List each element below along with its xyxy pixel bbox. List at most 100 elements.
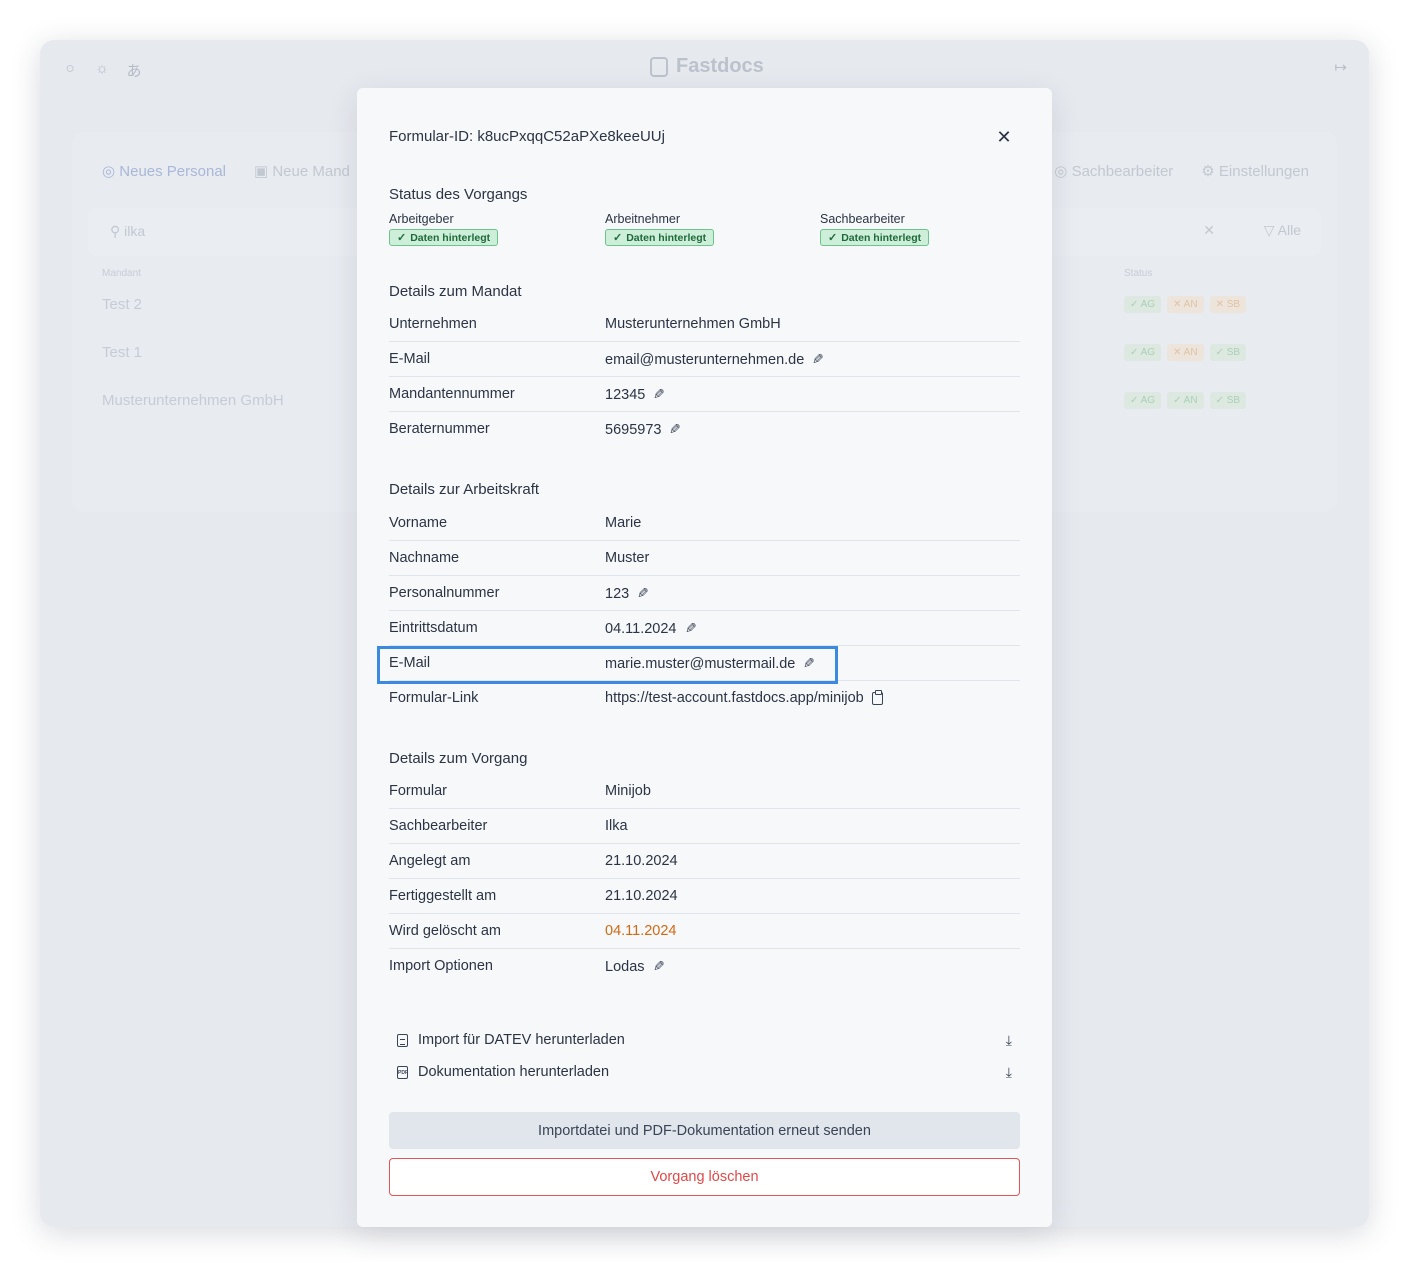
sun-icon[interactable]: ☼ — [94, 60, 110, 81]
table-row: E-Mail email@musterunternehmen.de ✎ — [389, 342, 1020, 377]
row-value: Minijob — [605, 783, 651, 799]
row-key: Formular-Link — [389, 690, 479, 706]
pdf-icon: PDF — [397, 1065, 408, 1079]
details-modal: Formular-ID: k8ucPxqqC52aPXe8keeUUj ✕ St… — [357, 88, 1052, 1227]
check-icon: ✓ — [397, 232, 407, 244]
nav-right: ◎ Sachbearbeiter ⚙ Einstellungen — [1054, 162, 1309, 180]
table-row: Fertiggestellt am 21.10.2024 — [389, 879, 1020, 914]
check-icon: ✓ — [828, 232, 838, 244]
edit-pencil-icon[interactable]: ✎ — [653, 958, 665, 975]
status-heading: Status des Vorgangs — [389, 186, 528, 203]
nav-tabs: ◎ Neues Personal ▣ Neue Mand — [102, 162, 350, 180]
table-row: Sachbearbeiter Ilka — [389, 809, 1020, 844]
resend-button[interactable]: Importdatei und PDF-Dokumentation erneut… — [389, 1112, 1020, 1149]
status-badge: ✓ Daten hinterlegt — [389, 229, 499, 246]
status-badge: ✓ Daten hinterlegt — [820, 229, 930, 246]
row-key: Import Optionen — [389, 958, 493, 974]
row-value: Musterunternehmen GmbH — [605, 316, 781, 332]
translate-icon[interactable]: あ — [126, 60, 142, 81]
row-value: Ilka — [605, 818, 628, 834]
edit-pencil-icon[interactable]: ✎ — [637, 585, 649, 602]
row-value: 04.11.2024 ✎ — [605, 620, 697, 637]
row-value: marie.muster@mustermail.de ✎ — [605, 655, 816, 672]
download-docs-label-group: PDF Dokumentation herunterladen — [397, 1064, 609, 1080]
status-arbeitnehmer: Arbeitnehmer ✓ Daten hinterlegt — [605, 212, 715, 246]
tab-neues-personal[interactable]: ◎ Neues Personal — [102, 162, 226, 180]
edit-pencil-icon[interactable]: ✎ — [812, 351, 824, 368]
fastdocs-logo-icon — [650, 56, 668, 77]
filter-button[interactable]: ▽ Alle — [1264, 222, 1301, 239]
status-badges: ✓ AG ✕ AN ✕ SB — [1124, 296, 1247, 313]
clear-search-icon[interactable]: ✕ — [1203, 222, 1215, 239]
tab-einstellungen[interactable]: ⚙ Einstellungen — [1201, 162, 1309, 180]
table-row: Unternehmen Musterunternehmen GmbH — [389, 307, 1020, 342]
row-key: E-Mail — [389, 655, 431, 671]
row-value: 5695973 ✎ — [605, 421, 682, 438]
row-value: Lodas ✎ — [605, 958, 665, 975]
download-datev-import[interactable]: Import für DATEV herunterladen ⤓ — [397, 1027, 1012, 1053]
status-badges: ✓ AG ✕ AN ✓ SB — [1124, 344, 1247, 361]
row-key: Angelegt am — [389, 853, 471, 869]
row-name: Test 2 — [102, 296, 143, 313]
status-badge: ✓ SB — [1209, 344, 1247, 361]
table-row: Wird gelöscht am 04.11.2024 — [389, 914, 1020, 949]
table-row: Formular-Link https://test-account.fastd… — [389, 681, 1020, 716]
row-key: Unternehmen — [389, 316, 477, 332]
status-badge: ✕ SB — [1209, 296, 1247, 313]
status-sachbearbeiter: Sachbearbeiter ✓ Daten hinterlegt — [820, 212, 930, 246]
tab-sachbearbeiter[interactable]: ◎ Sachbearbeiter — [1054, 162, 1173, 180]
row-key: Wird gelöscht am — [389, 923, 502, 939]
close-icon[interactable]: ✕ — [993, 126, 1015, 148]
top-icons: ○ ☼ あ — [62, 60, 142, 81]
status-badge: ✓ AG — [1124, 296, 1162, 313]
row-value: 21.10.2024 — [605, 888, 678, 904]
status-badge: ✕ AN — [1167, 344, 1204, 361]
clipboard-icon[interactable] — [871, 689, 883, 705]
row-value: 12345 ✎ — [605, 386, 666, 403]
status-badge: ✓ AG — [1124, 344, 1162, 361]
edit-pencil-icon[interactable]: ✎ — [669, 421, 681, 438]
download-icon[interactable]: ⤓ — [1006, 1032, 1012, 1049]
download-documentation[interactable]: PDF Dokumentation herunterladen ⤓ — [397, 1059, 1012, 1085]
vorgang-heading: Details zum Vorgang — [389, 750, 528, 767]
table-row: Personalnummer 123 ✎ — [389, 576, 1020, 611]
table-row: Vorname Marie — [389, 506, 1020, 541]
row-key: E-Mail — [389, 351, 431, 367]
table-row: Mandantennummer 12345 ✎ — [389, 377, 1020, 412]
status-arbeitgeber: Arbeitgeber ✓ Daten hinterlegt — [389, 212, 499, 246]
table-row: Eintrittsdatum 04.11.2024 ✎ — [389, 611, 1020, 646]
status-badge: ✓ Daten hinterlegt — [605, 229, 715, 246]
row-value: email@musterunternehmen.de ✎ — [605, 351, 825, 368]
modal-title: Formular-ID: k8ucPxqqC52aPXe8keeUUj — [389, 128, 665, 145]
delete-button[interactable]: Vorgang löschen — [389, 1158, 1020, 1196]
row-value: Muster — [605, 550, 650, 566]
tab-neue-mandanten[interactable]: ▣ Neue Mand — [254, 162, 350, 180]
status-label: Sachbearbeiter — [820, 212, 905, 226]
download-datev-label: Import für DATEV herunterladen — [418, 1032, 625, 1048]
logout-icon[interactable]: ↦ — [1334, 58, 1347, 76]
table-row: Formular Minijob — [389, 774, 1020, 809]
download-icon[interactable]: ⤓ — [1006, 1064, 1012, 1081]
edit-pencil-icon[interactable]: ✎ — [685, 620, 697, 637]
document-icon — [397, 1033, 408, 1047]
row-key: Fertiggestellt am — [389, 888, 497, 904]
row-value: 123 ✎ — [605, 585, 649, 602]
search-input[interactable]: ⚲ ilka — [110, 223, 145, 240]
column-header-status: Status — [1124, 268, 1153, 279]
row-key: Personalnummer — [389, 585, 500, 601]
row-key: Nachname — [389, 550, 460, 566]
table-row-employee-email: E-Mail marie.muster@mustermail.de ✎ — [389, 646, 1020, 681]
arbeitskraft-table: Vorname Marie Nachname Muster Personalnu… — [389, 506, 1020, 716]
edit-pencil-icon[interactable]: ✎ — [803, 655, 815, 672]
download-datev-label-group: Import für DATEV herunterladen — [397, 1032, 625, 1048]
deletion-date-value: 04.11.2024 — [605, 923, 677, 939]
row-key: Vorname — [389, 515, 448, 531]
row-key: Eintrittsdatum — [389, 620, 478, 636]
status-badge: ✕ AN — [1167, 296, 1204, 313]
edit-pencil-icon[interactable]: ✎ — [653, 386, 665, 403]
table-row: Angelegt am 21.10.2024 — [389, 844, 1020, 879]
bell-icon[interactable]: ○ — [62, 60, 78, 81]
vorgang-table: Formular Minijob Sachbearbeiter Ilka Ang… — [389, 774, 1020, 984]
status-badges: ✓ AG ✓ AN ✓ SB — [1124, 392, 1247, 409]
table-row: Beraternummer 5695973 ✎ — [389, 412, 1020, 447]
